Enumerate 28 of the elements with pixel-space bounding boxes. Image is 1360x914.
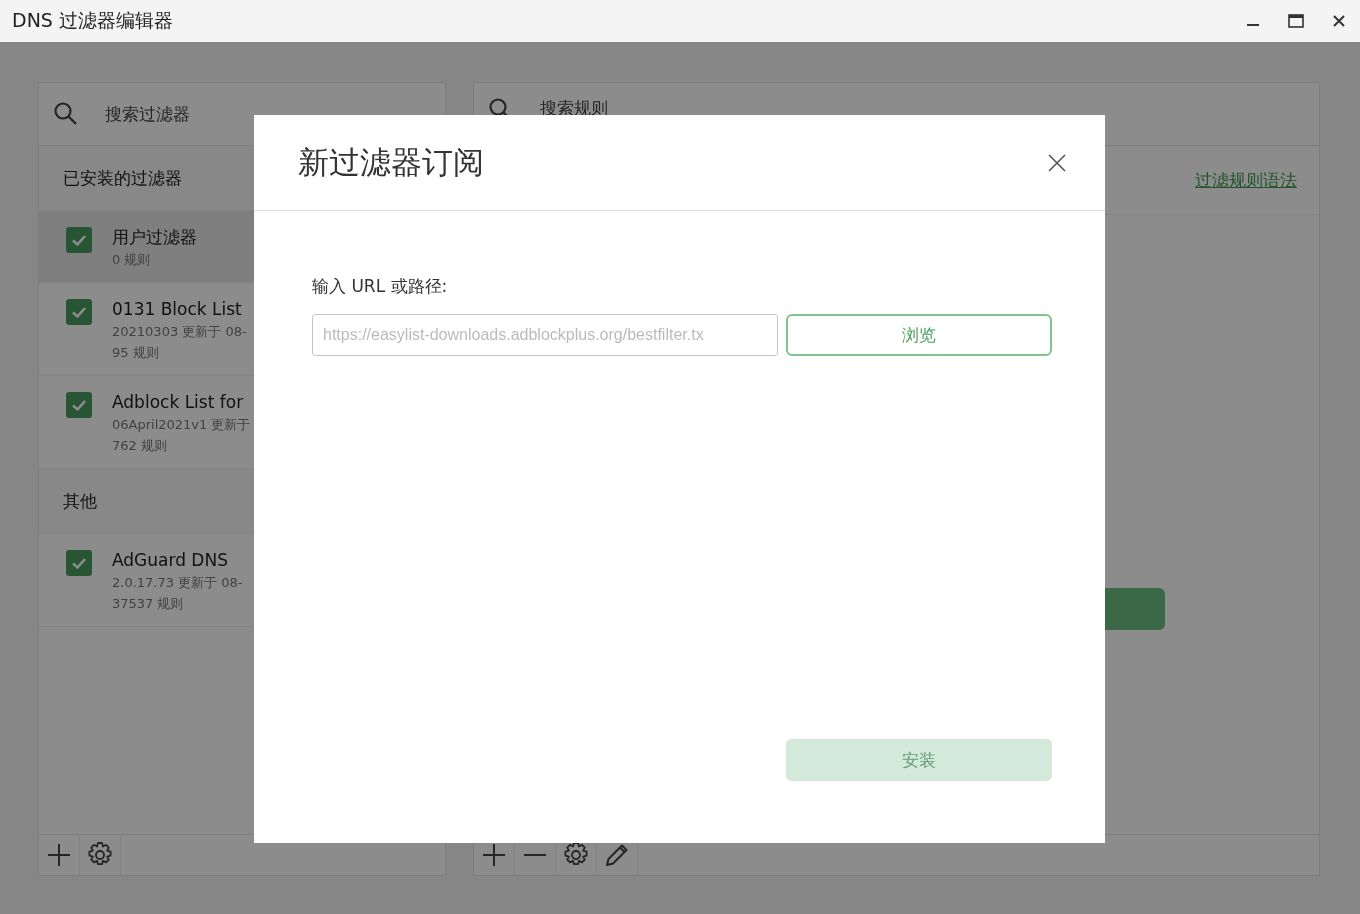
checkbox[interactable] xyxy=(66,299,92,325)
section-heading: 已安装的过滤器 xyxy=(63,166,182,190)
filter-name: AdGuard DNS xyxy=(112,549,229,572)
filter-info: 06April2021v1 更新于 xyxy=(112,416,251,434)
search-icon xyxy=(53,101,79,127)
close-icon[interactable] xyxy=(1047,152,1067,173)
url-field[interactable]: https://easylist-downloads.adblockplus.org/bestfilter.tx xyxy=(312,314,778,356)
filter-info: 20210303 更新于 08- xyxy=(112,323,247,341)
filter-info: 0 规则 xyxy=(112,251,152,269)
filter-info: 2.0.17.73 更新于 08- xyxy=(112,574,243,592)
filter-info: 762 规则 xyxy=(112,437,168,455)
dialog-title: 新过滤器订阅 xyxy=(298,142,484,182)
add-icon[interactable] xyxy=(480,841,508,869)
window-title: DNS 过滤器编辑器 xyxy=(12,8,173,33)
browse-button[interactable]: 浏览 xyxy=(786,314,1052,356)
checkbox[interactable] xyxy=(66,227,92,253)
checkbox[interactable] xyxy=(66,550,92,576)
search-field[interactable]: 搜索过滤器 xyxy=(103,103,387,125)
filter-info: 37537 规则 xyxy=(112,595,185,613)
maximize-icon[interactable] xyxy=(1288,14,1304,28)
close-icon[interactable] xyxy=(1332,14,1346,28)
filter-name: 0131 Block List xyxy=(112,298,243,321)
checkbox[interactable] xyxy=(66,392,92,418)
filter-info: 95 规则 xyxy=(112,344,160,362)
filter-name: Adblock List for xyxy=(112,391,245,414)
section-heading: 其他 xyxy=(63,489,97,513)
syntax-link[interactable]: 过滤规则语法 xyxy=(1195,168,1297,192)
filter-name: 用户过滤器 xyxy=(112,226,197,249)
